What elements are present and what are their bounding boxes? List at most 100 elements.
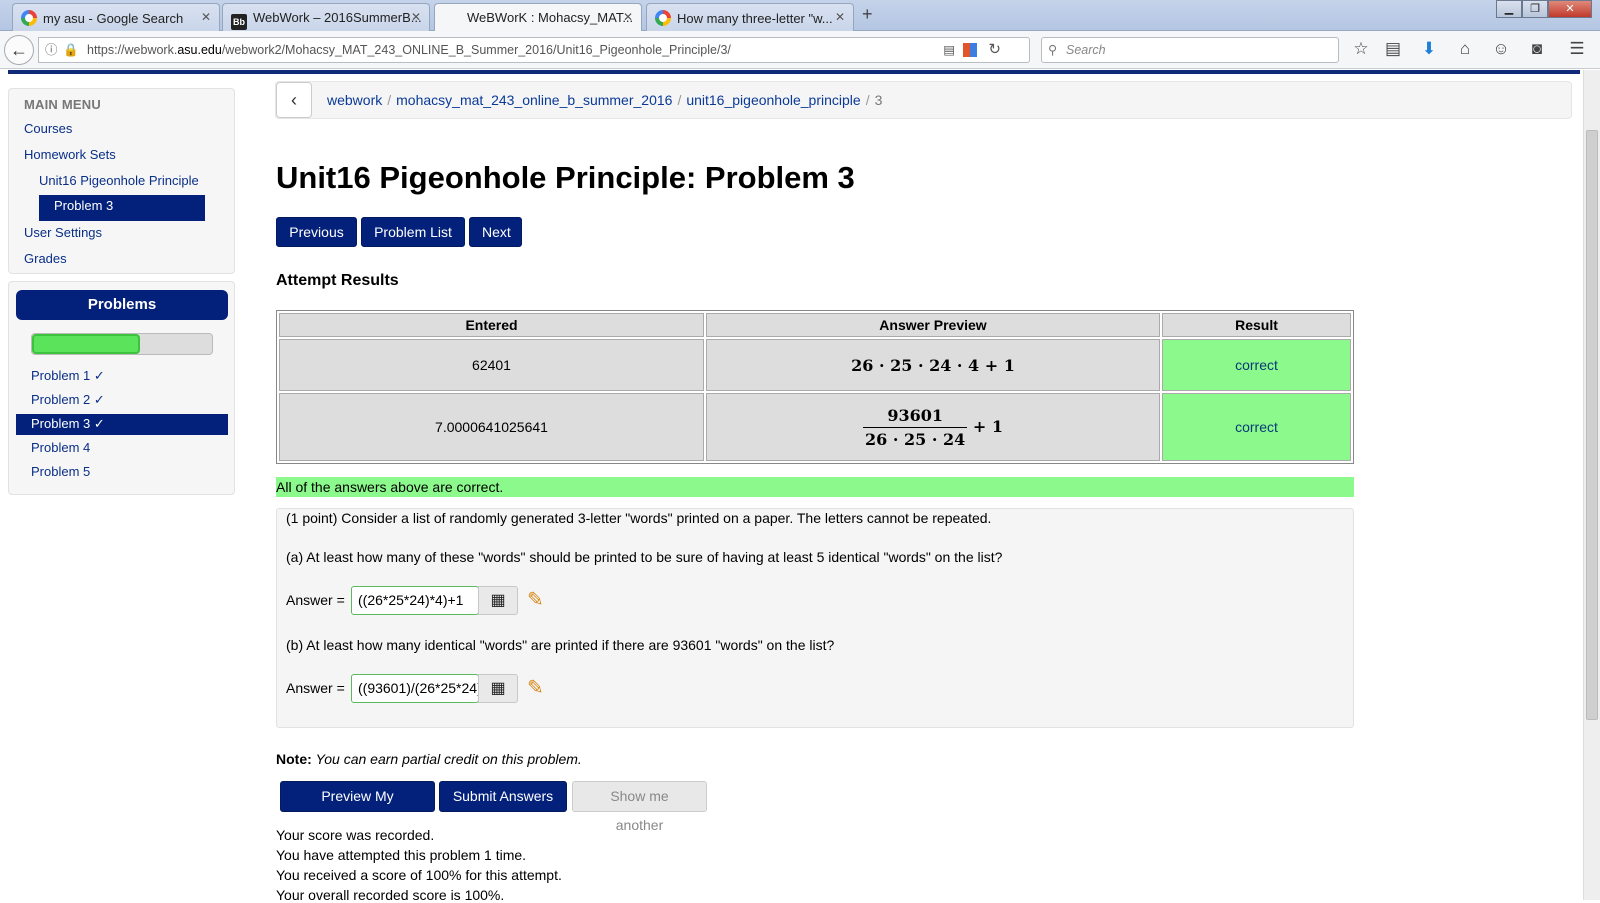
reader-view-icon[interactable]: ▤ <box>943 38 955 62</box>
attempt-results-heading: Attempt Results <box>276 272 399 289</box>
back-chevron-icon[interactable]: ‹ <box>276 82 312 118</box>
lock-icon[interactable]: 🔒 <box>63 38 79 62</box>
breadcrumb-separator: / <box>865 92 870 108</box>
menu-link-courses[interactable]: Courses <box>24 121 72 136</box>
answer-label: Answer = <box>286 680 345 696</box>
reload-icon[interactable]: ↻ <box>988 38 1001 62</box>
previous-button[interactable]: Previous <box>276 217 357 247</box>
window-close-button[interactable]: ✕ <box>1548 0 1592 18</box>
problem-link-2[interactable]: Problem 2 ✓ <box>16 390 228 411</box>
extension-icon[interactable] <box>963 43 977 57</box>
entered-cell: 7.0000641025641 <box>279 393 704 461</box>
tab-title: How many three-letter "w... <box>677 11 833 26</box>
google-icon <box>655 10 671 26</box>
breadcrumb-link[interactable]: mohacsy_mat_243_online_b_summer_2016 <box>396 92 672 108</box>
close-tab-icon[interactable]: ✕ <box>835 10 845 24</box>
answer-input-b[interactable]: ((93601)/(26*25*24))+1 <box>351 674 479 703</box>
preview-tail: + 1 <box>972 416 1003 436</box>
equation-editor-grid-icon[interactable]: ▦ <box>478 586 518 615</box>
menu-link-user-settings[interactable]: User Settings <box>24 225 102 240</box>
submit-answers-button[interactable]: Submit Answers <box>439 781 567 812</box>
page-title: Unit16 Pigeonhole Principle: Problem 3 <box>276 160 855 195</box>
breadcrumb-link[interactable]: unit16_pigeonhole_principle <box>686 92 860 108</box>
new-tab-button[interactable]: + <box>862 4 873 25</box>
star-icon[interactable]: ☆ <box>1350 39 1372 59</box>
table-row: 62401 26 · 25 · 24 · 4 + 1 correct <box>279 339 1351 391</box>
problem-link-4[interactable]: Problem 4 <box>16 438 228 459</box>
answer-input-a[interactable]: ((26*25*24)*4)+1 <box>351 586 479 615</box>
browser-tab[interactable]: my asu - Google Search ✕ <box>12 3 220 31</box>
problem-part-b: (b) At least how many identical "words" … <box>286 637 835 653</box>
preview-cell: 93601 26 · 25 · 24 + 1 <box>706 393 1160 461</box>
breadcrumb-current: 3 <box>874 92 883 108</box>
column-header: Answer Preview <box>706 313 1160 337</box>
browser-tab[interactable]: Bb WebWork – 2016SummerB... ✕ <box>222 3 430 31</box>
menu-link-homework-sets[interactable]: Homework Sets <box>24 147 116 162</box>
search-icon: ⚲ <box>1048 43 1058 57</box>
browser-nav-bar: ← ⓘ 🔒 https://webwork.asu.edu/webwork2/M… <box>0 31 1600 69</box>
breadcrumb: ‹ webwork / mohacsy_mat_243_online_b_summe… <box>275 81 1572 119</box>
download-icon[interactable]: ⬇ <box>1418 39 1440 59</box>
browser-tab-active[interactable]: WeBWorK : Mohacsy_MAT... ✕ <box>434 3 642 32</box>
breadcrumb-separator: / <box>387 92 392 108</box>
close-tab-icon[interactable]: ✕ <box>201 10 211 24</box>
page-scrollbar[interactable] <box>1583 70 1600 900</box>
minimize-button[interactable]: ▁ <box>1496 0 1522 18</box>
problems-heading: Problems <box>16 290 228 320</box>
back-arrow-icon[interactable]: ← <box>4 35 34 65</box>
attempt-results-table: Entered Answer Preview Result 62401 26 ·… <box>276 310 1354 464</box>
menu-link-grades[interactable]: Grades <box>24 251 67 266</box>
preview-fraction: 93601 26 · 25 · 24 <box>863 405 968 449</box>
blackboard-icon: Bb <box>231 14 247 30</box>
scrollbar-thumb[interactable] <box>1586 130 1598 720</box>
google-icon <box>21 10 37 26</box>
table-row: 7.0000641025641 93601 26 · 25 · 24 + 1 co… <box>279 393 1351 461</box>
problem-link-1[interactable]: Problem 1 ✓ <box>16 366 228 387</box>
column-header: Entered <box>279 313 704 337</box>
equation-editor-grid-icon[interactable]: ▦ <box>478 674 518 703</box>
problem-body: (1 point) Consider a list of randomly ge… <box>276 508 1354 728</box>
column-header: Result <box>1162 313 1351 337</box>
result-cell: correct <box>1162 339 1351 391</box>
breadcrumb-link[interactable]: webwork <box>327 92 382 108</box>
problem-part-a: (a) At least how many of these "words" s… <box>286 549 1003 565</box>
preview-cell: 26 · 25 · 24 · 4 + 1 <box>706 339 1160 391</box>
problem-link-5[interactable]: Problem 5 <box>16 462 228 483</box>
info-icon[interactable]: ⓘ <box>45 38 58 62</box>
maximize-button[interactable]: ❐ <box>1522 0 1548 18</box>
home-icon[interactable]: ⌂ <box>1454 39 1476 59</box>
next-button[interactable]: Next <box>469 217 522 247</box>
chat-icon[interactable]: ☺ <box>1490 39 1512 59</box>
header-accent-bar <box>8 70 1580 74</box>
url-text: https://webwork.asu.edu/webwork2/Mohacsy… <box>87 43 731 57</box>
reading-list-icon[interactable]: ▤ <box>1382 39 1404 59</box>
menu-link-set[interactable]: Unit16 Pigeonhole Principle <box>39 173 199 188</box>
score-message: You received a score of 100% for this at… <box>276 867 562 883</box>
close-tab-icon[interactable]: ✕ <box>411 10 421 24</box>
close-tab-icon[interactable]: ✕ <box>623 10 633 24</box>
progress-bar-fill <box>32 334 140 354</box>
problems-panel: Problems Problem 1 ✓ Problem 2 ✓ Problem… <box>8 281 235 495</box>
search-input[interactable]: ⚲ Search <box>1041 37 1339 63</box>
answer-label: Answer = <box>286 592 345 608</box>
problem-list-button[interactable]: Problem List <box>361 217 465 247</box>
main-menu-heading: MAIN MENU <box>24 97 101 112</box>
tab-title: WebWork – 2016SummerB... <box>253 10 422 25</box>
pencil-icon[interactable]: ✎ <box>527 587 544 612</box>
preview-answers-button[interactable]: Preview My Answers <box>280 781 435 833</box>
browser-tab[interactable]: How many three-letter "w... ✕ <box>646 3 854 31</box>
pencil-icon[interactable]: ✎ <box>527 675 544 700</box>
breadcrumb-trail: webwork / mohacsy_mat_243_online_b_summer_… <box>327 92 882 108</box>
pocket-icon[interactable]: ◙ <box>1526 39 1548 59</box>
show-another-button[interactable]: Show me another <box>572 781 707 833</box>
browser-tab-bar: my asu - Google Search ✕ Bb WebWork – 201… <box>0 0 1600 32</box>
progress-bar <box>31 333 213 355</box>
problem-intro: (1 point) Consider a list of randomly ge… <box>286 510 992 526</box>
url-bar[interactable]: ⓘ 🔒 https://webwork.asu.edu/webwork2/Moh… <box>38 37 1030 63</box>
menu-link-current-problem[interactable]: Problem 3 <box>39 195 205 221</box>
all-correct-banner: All of the answers above are correct. <box>276 477 1354 497</box>
breadcrumb-separator: / <box>677 92 682 108</box>
problem-link-3[interactable]: Problem 3 ✓ <box>16 414 228 435</box>
score-message: Your overall recorded score is 100%. <box>276 887 505 903</box>
menu-icon[interactable]: ☰ <box>1566 39 1588 59</box>
